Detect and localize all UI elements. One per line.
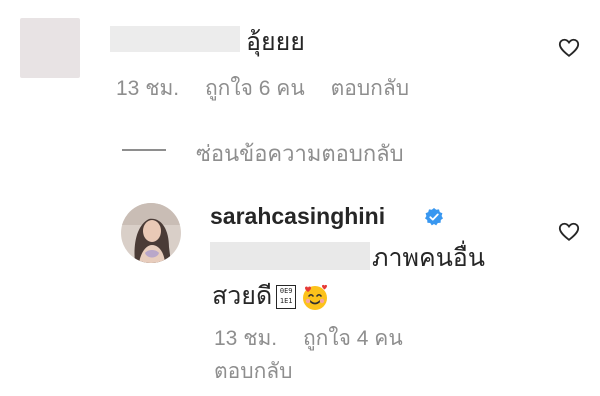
reply-text-line-1: ภาพคนอื่น bbox=[372, 244, 485, 272]
unrendered-glyph-box: 0E9 1E1 bbox=[276, 285, 297, 310]
smiling-face-with-hearts-emoji-icon bbox=[303, 285, 328, 311]
replies-divider-line bbox=[122, 149, 166, 151]
commenter-avatar-placeholder[interactable] bbox=[20, 18, 80, 78]
comment-reply-button[interactable]: ตอบกลับ bbox=[331, 77, 410, 100]
mentioned-username-redacted[interactable] bbox=[210, 242, 370, 270]
comment-meta: 13 ชม. ถูกใจ 6 คน ตอบกลับ bbox=[116, 72, 429, 105]
reply-username[interactable]: sarahcasinghini bbox=[210, 203, 385, 230]
commenter-username-redacted[interactable] bbox=[110, 26, 240, 52]
reply-text-line-2: สวยดี 0E9 1E1 bbox=[212, 276, 330, 316]
hide-replies-button[interactable]: ซ่อนข้อความตอบกลับ bbox=[196, 136, 404, 171]
like-heart-icon[interactable] bbox=[558, 37, 580, 59]
like-heart-icon[interactable] bbox=[558, 221, 580, 243]
reply-likes[interactable]: ถูกใจ 4 คน bbox=[303, 327, 403, 350]
reply-text-word: สวยดี bbox=[212, 282, 273, 310]
reply-meta: 13 ชม. ถูกใจ 4 คน bbox=[214, 322, 423, 355]
profile-photo-icon bbox=[121, 203, 181, 263]
comment-text: อุ้ยยย bbox=[246, 28, 305, 56]
comment-time[interactable]: 13 ชม. bbox=[116, 77, 179, 100]
verified-badge-icon bbox=[425, 208, 443, 226]
comment-likes[interactable]: ถูกใจ 6 คน bbox=[205, 77, 305, 100]
reply-avatar[interactable] bbox=[121, 203, 181, 263]
reply-reply-button[interactable]: ตอบกลับ bbox=[214, 355, 293, 388]
reply-time[interactable]: 13 ชม. bbox=[214, 327, 277, 350]
